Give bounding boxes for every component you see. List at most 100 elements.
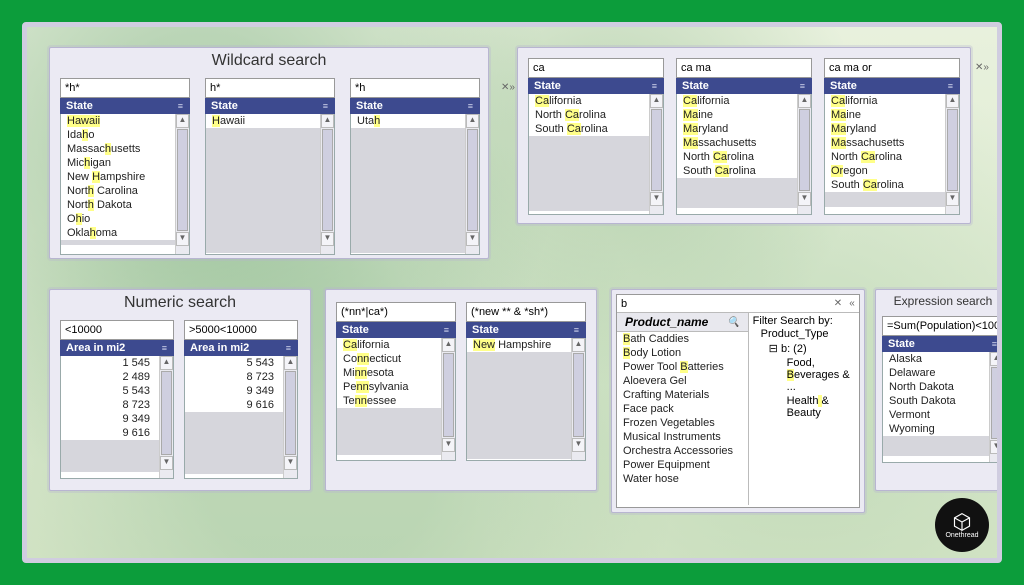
close-icon[interactable]: ✕ [975,60,983,76]
list-item[interactable]: Oklahoma [61,226,176,240]
list-item[interactable]: Massachusetts [61,142,176,156]
list-item[interactable]: Maryland [825,122,946,136]
list-item[interactable]: Massachusetts [677,136,798,150]
list-item[interactable]: Vermont [883,408,990,422]
close-icon[interactable]: ✕ [501,80,509,96]
list-item[interactable]: Idaho [61,128,176,142]
scroll-down-icon[interactable]: ▼ [572,438,585,452]
scroll-down-icon[interactable]: ▼ [442,438,455,452]
list-item[interactable]: Oregon [825,164,946,178]
list-item[interactable]: Michigan [61,156,176,170]
scroll-up-icon[interactable]: ▲ [946,94,959,108]
list-item[interactable]: Connecticut [337,352,442,366]
list-item[interactable]: 9 616 [185,398,284,412]
list-item[interactable]: New Hampshire [61,170,176,184]
list-item[interactable]: Crafting Materials [617,388,748,402]
list-item[interactable]: 8 723 [61,398,160,412]
list-item[interactable]: North Carolina [529,108,650,122]
scroll-down-icon[interactable]: ▼ [946,192,959,206]
scrollbar[interactable]: ▲▼ [175,114,189,254]
list-item[interactable]: Maine [677,108,798,122]
listbox-header[interactable]: State≡ [350,98,480,114]
collapse-icon[interactable]: « [845,296,859,312]
search-input[interactable] [61,80,211,96]
list-item[interactable]: 9 349 [185,384,284,398]
search-input[interactable] [351,80,501,96]
list-item[interactable]: Hawaii [61,114,176,128]
list-item[interactable]: Tennessee [337,394,442,408]
list-item[interactable]: North Carolina [677,150,798,164]
list-item[interactable]: Pennsylvania [337,380,442,394]
tree-leaf[interactable]: Food, Beverages & ... [753,356,855,394]
list-item[interactable]: North Carolina [825,150,946,164]
drag-handle-icon[interactable]: ≡ [574,325,580,335]
list-item[interactable]: 9 349 [61,412,160,426]
scroll-down-icon[interactable]: ▼ [284,456,297,470]
list-item[interactable]: California [337,338,442,352]
listbox-header[interactable]: State≡ [676,78,812,94]
scroll-up-icon[interactable]: ▲ [284,356,297,370]
list-item[interactable]: South Carolina [677,164,798,178]
list-item[interactable]: Body Lotion [617,346,748,360]
listbox-header[interactable]: State≡ [824,78,960,94]
listbox-header[interactable]: State≡ [882,336,1002,352]
list-item[interactable]: Bath Caddies [617,332,748,346]
search-input[interactable] [883,318,1002,334]
scroll-thumb[interactable] [991,367,1002,439]
list-item[interactable]: Maine [825,108,946,122]
list-item[interactable]: North Dakota [883,380,990,394]
scroll-thumb[interactable] [161,371,172,455]
list-item[interactable]: Maryland [677,122,798,136]
scrollbar[interactable]: ▲▼ [945,94,959,214]
list-item[interactable]: Water hose [617,472,748,486]
scroll-down-icon[interactable]: ▼ [160,456,173,470]
list-item[interactable]: California [825,94,946,108]
drag-handle-icon[interactable]: ≡ [652,81,658,91]
search-input[interactable] [185,322,335,338]
tree-root[interactable]: Product_Type [753,327,855,341]
scrollbar[interactable]: ▲▼ [320,114,334,254]
list-item[interactable]: New Hampshire [467,338,572,352]
search-input[interactable] [825,60,975,76]
scroll-up-icon[interactable]: ▲ [321,114,334,128]
list-item[interactable]: Power Tool Batteries [617,360,748,374]
scroll-thumb[interactable] [177,129,188,231]
list-item[interactable]: Massachusetts [825,136,946,150]
drag-handle-icon[interactable]: ≡ [444,325,450,335]
scrollbar[interactable]: ▲▼ [989,352,1002,462]
expand-icon[interactable]: » [509,80,515,96]
tree-leaf[interactable]: Health & Beauty [753,394,855,420]
scroll-thumb[interactable] [285,371,296,455]
scroll-up-icon[interactable]: ▲ [990,352,1002,366]
scroll-thumb[interactable] [573,353,584,437]
drag-handle-icon[interactable]: ≡ [162,343,168,353]
drag-handle-icon[interactable]: ≡ [800,81,806,91]
drag-handle-icon[interactable]: ≡ [948,81,954,91]
scrollbar[interactable]: ▲▼ [441,338,455,460]
list-item[interactable]: North Dakota [61,198,176,212]
list-item[interactable]: Face pack [617,402,748,416]
list-item[interactable]: Musical Instruments [617,430,748,444]
scroll-thumb[interactable] [322,129,333,231]
drag-handle-icon[interactable]: ≡ [178,101,184,111]
drag-handle-icon[interactable]: ≡ [286,343,292,353]
listbox-header[interactable]: State≡ [336,322,456,338]
list-item[interactable]: California [529,94,650,108]
drag-handle-icon[interactable]: ≡ [468,101,474,111]
list-item[interactable]: Alaska [883,352,990,366]
scroll-up-icon[interactable]: ▲ [176,114,189,128]
scrollbar[interactable]: ▲▼ [465,114,479,254]
scroll-thumb[interactable] [443,353,454,437]
listbox-header[interactable]: State≡ [528,78,664,94]
listbox-header[interactable]: Area in mi2≡ [60,340,174,356]
listbox-header[interactable]: State≡ [205,98,335,114]
list-item[interactable]: Hawaii [206,114,321,128]
list-item[interactable]: Ohio [61,212,176,226]
list-item[interactable]: Aloevera Gel [617,374,748,388]
listbox-header[interactable]: State≡ [466,322,586,338]
list-item[interactable]: 1 545 [61,356,160,370]
list-item[interactable]: 2 489 [61,370,160,384]
scroll-thumb[interactable] [947,109,958,191]
close-icon[interactable]: ✕ [831,296,845,312]
list-item[interactable]: Frozen Vegetables [617,416,748,430]
